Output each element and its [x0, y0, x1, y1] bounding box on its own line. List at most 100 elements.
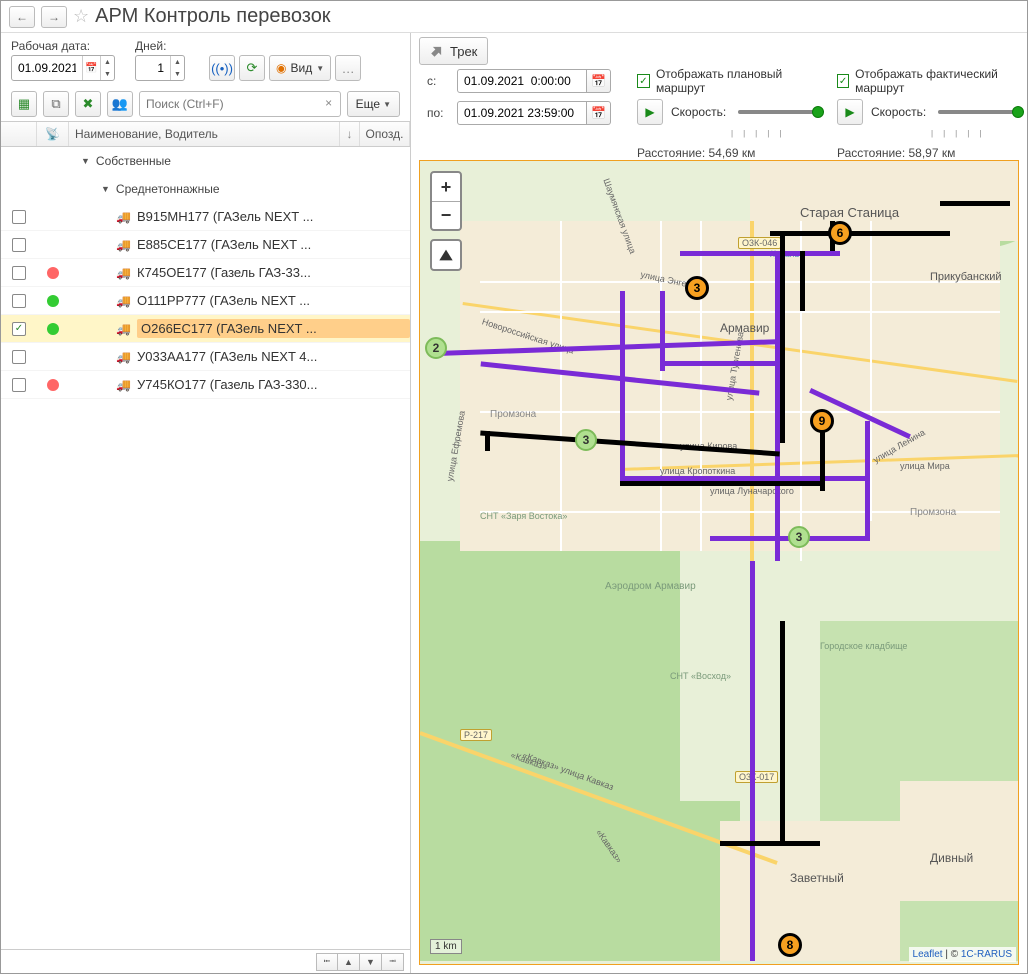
actual-route-label: Отображать фактический маршрут: [855, 67, 1019, 95]
group-mid[interactable]: ▼Среднетоннажные: [1, 175, 410, 203]
vehicle-row[interactable]: 🚚О111РР777 (ГАЗель NEXT ...: [1, 287, 410, 315]
snt-voshod: СНТ «Восход»: [670, 671, 731, 681]
location-icon: [430, 44, 444, 58]
from-label: с:: [427, 74, 449, 88]
days-up[interactable]: ▲: [170, 56, 184, 68]
vehicle-name: О111РР777 (ГАЗель NEXT ...: [137, 293, 410, 308]
vehicle-name: К745ОЕ177 (Газель ГАЗ-33...: [137, 265, 410, 280]
workdate-up[interactable]: ▲: [100, 56, 114, 68]
ellipsis-button[interactable]: …: [335, 55, 361, 81]
days-label: Дней:: [135, 39, 185, 53]
view-dropdown[interactable]: ◉ Вид ▼: [269, 55, 331, 81]
doc-copy-button[interactable]: ⧉: [43, 91, 69, 117]
vehicle-checkbox[interactable]: [12, 238, 26, 252]
star-icon[interactable]: ☆: [73, 6, 89, 27]
search-input[interactable]: [139, 91, 341, 117]
page-up-button[interactable]: ▲: [338, 953, 360, 971]
search-clear-icon[interactable]: ×: [321, 95, 337, 111]
planned-route-checkbox[interactable]: ✓: [637, 74, 650, 88]
vehicle-name: Е885СЕ177 (ГАЗель NEXT ...: [137, 237, 410, 252]
workdate-label: Рабочая дата:: [11, 39, 115, 53]
vehicle-row[interactable]: 🚚У745КО177 (Газель ГАЗ-330...: [1, 371, 410, 399]
page-first-button[interactable]: ⭰: [316, 953, 338, 971]
status-dot: [47, 295, 59, 307]
actual-route-checkbox[interactable]: ✓: [837, 74, 849, 88]
truck-icon: 🚚: [69, 350, 137, 364]
workdate-down[interactable]: ▼: [100, 68, 114, 80]
calendar-icon[interactable]: 📅: [82, 56, 100, 80]
actual-speed-slider[interactable]: [938, 110, 1019, 114]
road-kropotkina: улица Кропоткина: [660, 466, 735, 476]
layers-button[interactable]: [430, 239, 462, 271]
tool-button[interactable]: ✖: [75, 91, 101, 117]
sort-icon[interactable]: ↓: [340, 122, 360, 146]
column-delay[interactable]: Опозд.: [360, 122, 410, 146]
doc-add-button[interactable]: ▦: [11, 91, 37, 117]
truck-icon: 🚚: [69, 294, 137, 308]
planned-speed-slider[interactable]: [738, 110, 819, 114]
map-scale: 1 km: [430, 939, 462, 954]
page-last-button[interactable]: ⭲: [382, 953, 404, 971]
layers-icon: [438, 247, 454, 263]
vehicle-row[interactable]: 🚚К745ОЕ177 (Газель ГАЗ-33...: [1, 259, 410, 287]
marker-3b[interactable]: 3: [575, 429, 597, 451]
marker-3c[interactable]: 3: [788, 526, 810, 548]
status-dot: [47, 379, 59, 391]
road-r217: Р-217: [460, 729, 492, 741]
vehicle-checkbox[interactable]: [12, 378, 26, 392]
status-dot: [47, 323, 59, 335]
actual-distance-value: 58,97 км: [909, 146, 956, 160]
vehicle-checkbox[interactable]: [12, 210, 26, 224]
from-datetime-input[interactable]: [457, 69, 587, 93]
truck-icon: 🚚: [69, 322, 137, 336]
map[interactable]: Армавир Старая Станица Прикубанский Заве…: [419, 160, 1019, 965]
actual-speed-label: Скорость:: [871, 105, 926, 119]
vehicle-checkbox[interactable]: [12, 350, 26, 364]
truck-icon: 🚚: [69, 266, 137, 280]
zoom-in-button[interactable]: +: [432, 173, 460, 201]
vehicle-checkbox[interactable]: [12, 294, 26, 308]
days-down[interactable]: ▼: [170, 68, 184, 80]
vehicle-checkbox[interactable]: ✓: [12, 322, 26, 336]
marker-3a[interactable]: 3: [685, 276, 709, 300]
truck-icon: 🚚: [69, 378, 137, 392]
people-button[interactable]: 👥: [107, 91, 133, 117]
page-down-button[interactable]: ▼: [360, 953, 382, 971]
leaflet-link[interactable]: Leaflet: [913, 949, 943, 960]
vehicle-row[interactable]: 🚚Е885СЕ177 (ГАЗель NEXT ...: [1, 231, 410, 259]
rarus-link[interactable]: 1C-RARUS: [961, 949, 1012, 960]
planned-speed-label: Скорость:: [671, 105, 726, 119]
refresh-button[interactable]: ⟳: [239, 55, 265, 81]
truck-icon: 🚚: [69, 210, 137, 224]
to-calendar-icon[interactable]: 📅: [587, 101, 611, 125]
forward-button[interactable]: →: [41, 6, 67, 28]
to-datetime-input[interactable]: [457, 101, 587, 125]
days-input[interactable]: [136, 61, 170, 75]
from-calendar-icon[interactable]: 📅: [587, 69, 611, 93]
workdate-input[interactable]: [12, 61, 82, 75]
planned-play-button[interactable]: ▶: [637, 99, 663, 125]
group-own[interactable]: ▼Собственные: [1, 147, 410, 175]
vehicle-name: У745КО177 (Газель ГАЗ-330...: [137, 377, 410, 392]
label-promzona: Промзона: [490, 409, 536, 420]
marker-6[interactable]: 6: [828, 221, 852, 245]
status-dot: [47, 267, 59, 279]
zoom-out-button[interactable]: −: [432, 201, 460, 229]
vehicle-checkbox[interactable]: [12, 266, 26, 280]
vehicle-row[interactable]: ✓🚚О266ЕС177 (ГАЗель NEXT ...: [1, 315, 410, 343]
vehicle-row[interactable]: 🚚У033АА177 (ГАЗель NEXT 4...: [1, 343, 410, 371]
marker-2[interactable]: 2: [425, 337, 447, 359]
actual-play-button[interactable]: ▶: [837, 99, 863, 125]
more-button[interactable]: Еще ▼: [347, 91, 400, 117]
label-aerodrome: Аэродром Армавир: [605, 581, 696, 592]
table-header: 📡 Наименование, Водитель ↓ Опозд.: [1, 121, 410, 147]
vehicle-row[interactable]: 🚚В915МН177 (ГАЗель NEXT ...: [1, 203, 410, 231]
satellite-icon: 📡: [45, 127, 60, 141]
column-name[interactable]: Наименование, Водитель: [69, 122, 340, 146]
back-button[interactable]: ←: [9, 6, 35, 28]
marker-9[interactable]: 9: [810, 409, 834, 433]
marker-8[interactable]: 8: [778, 933, 802, 957]
planned-distance-value: 54,69 км: [709, 146, 756, 160]
track-button[interactable]: Трек: [419, 37, 488, 65]
signal-button[interactable]: ((•)): [209, 55, 235, 81]
